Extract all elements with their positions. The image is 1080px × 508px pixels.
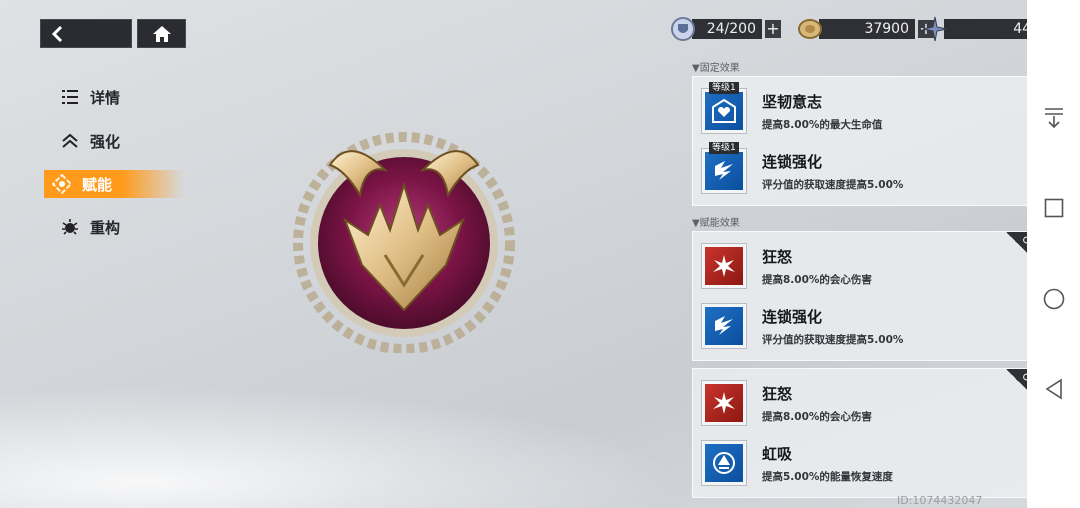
- empower-group-card: ⟳ 狂怒 提高8.00%的会心伤害 虹吸 提高5.00%的能量恢复速度: [692, 368, 1037, 498]
- effect-description: 评分值的获取速度提高5.00%: [762, 333, 904, 346]
- nav-recents-button[interactable]: [1027, 188, 1080, 228]
- menu-item-label: 赋能: [82, 175, 113, 194]
- effect-icon-frame: [701, 380, 747, 426]
- chevron-left-icon: [51, 25, 63, 42]
- rage-burst-icon: [705, 247, 743, 285]
- effects-panel: ▼固定效果 等级1 坚韧意志 提高8.00%的最大生命值 等级1 连锁强化 评分…: [692, 58, 1037, 505]
- coin-icon: [798, 19, 822, 39]
- chain-boost-icon: [705, 152, 743, 190]
- currency-value: 37900: [819, 19, 915, 39]
- effect-name: 连锁强化: [762, 307, 823, 326]
- nav-back-button[interactable]: [1027, 369, 1080, 409]
- menu-item-label: 重构: [90, 218, 121, 237]
- menu-item-rebuild[interactable]: 重构: [44, 212, 184, 242]
- currency-stamina: 24/200 +: [670, 17, 781, 41]
- effect-icon-frame: [701, 303, 747, 349]
- home-icon: [152, 25, 171, 42]
- effect-item[interactable]: 虹吸 提高5.00%的能量恢复速度: [701, 433, 1036, 493]
- circle-icon: [1043, 288, 1064, 310]
- effect-item[interactable]: 等级1 坚韧意志 提高8.00%的最大生命值: [701, 81, 1036, 141]
- effect-name: 虹吸: [762, 444, 793, 463]
- add-stamina-button[interactable]: +: [765, 20, 781, 38]
- background-glow: [0, 378, 720, 508]
- level-badge: 等级1: [709, 82, 739, 94]
- level-badge: 等级1: [709, 142, 739, 154]
- menu-item-enhance[interactable]: 强化: [44, 126, 184, 156]
- back-button[interactable]: [40, 19, 132, 48]
- emblem-image: [293, 132, 515, 353]
- user-id: ID:1074432047: [897, 494, 983, 507]
- empower-icon: [52, 174, 72, 194]
- system-nav-bar: [1027, 0, 1080, 508]
- menu-item-details[interactable]: 详情: [44, 82, 184, 112]
- home-button[interactable]: [137, 19, 186, 48]
- effect-icon-frame: 等级1: [701, 142, 747, 194]
- currency-coin: 37900 +: [797, 18, 934, 40]
- gear-bug-icon: [60, 217, 80, 237]
- shield-badge-icon: [671, 17, 695, 41]
- currency-value: 24/200: [692, 19, 762, 39]
- effect-item[interactable]: 狂怒 提高8.00%的会心伤害: [701, 373, 1036, 433]
- rage-burst-icon: [705, 384, 743, 422]
- effect-item[interactable]: 狂怒 提高8.00%的会心伤害: [701, 236, 1036, 296]
- chain-boost-icon: [705, 307, 743, 345]
- shield-heart-icon: [705, 92, 743, 130]
- double-chevron-up-icon: [60, 131, 80, 151]
- siphon-icon: [705, 444, 743, 482]
- effect-icon-frame: [701, 440, 747, 486]
- effect-item[interactable]: 等级1 连锁强化 评分值的获取速度提高5.00%: [701, 141, 1036, 201]
- section-title-empower: ▼赋能效果: [692, 217, 740, 229]
- effect-name: 狂怒: [762, 247, 793, 266]
- effect-item[interactable]: 连锁强化 评分值的获取速度提高5.00%: [701, 296, 1036, 356]
- effect-description: 提高8.00%的会心伤害: [762, 273, 872, 286]
- nav-dropdown-button[interactable]: [1027, 98, 1080, 138]
- effect-description: 提高8.00%的会心伤害: [762, 410, 872, 423]
- nav-home-button[interactable]: [1027, 279, 1080, 319]
- effect-name: 连锁强化: [762, 152, 823, 171]
- effect-icon-frame: 等级1: [701, 82, 747, 134]
- effect-icon-frame: [701, 243, 747, 289]
- arrow-down-lines-icon: [1044, 108, 1063, 129]
- square-icon: [1044, 198, 1063, 218]
- section-title-fixed: ▼固定效果: [692, 62, 740, 74]
- effect-name: 坚韧意志: [762, 92, 823, 111]
- effect-description: 提高8.00%的最大生命值: [762, 118, 883, 131]
- menu-item-label: 详情: [90, 88, 121, 107]
- fixed-effects-card: 等级1 坚韧意志 提高8.00%的最大生命值 等级1 连锁强化 评分值的获取速度…: [692, 76, 1037, 206]
- side-menu: 详情 强化 赋能 重构: [44, 82, 184, 256]
- menu-item-empower[interactable]: 赋能: [44, 170, 184, 198]
- crystal-star-icon: [922, 16, 948, 42]
- effect-description: 评分值的获取速度提高5.00%: [762, 178, 904, 191]
- list-icon: [60, 87, 80, 107]
- effect-description: 提高5.00%的能量恢复速度: [762, 470, 893, 483]
- triangle-back-icon: [1045, 378, 1062, 400]
- empower-group-card: ⟳ 狂怒 提高8.00%的会心伤害 连锁强化 评分值的获取速度提高5.00%: [692, 231, 1037, 361]
- menu-item-label: 强化: [90, 132, 121, 151]
- effect-name: 狂怒: [762, 384, 793, 403]
